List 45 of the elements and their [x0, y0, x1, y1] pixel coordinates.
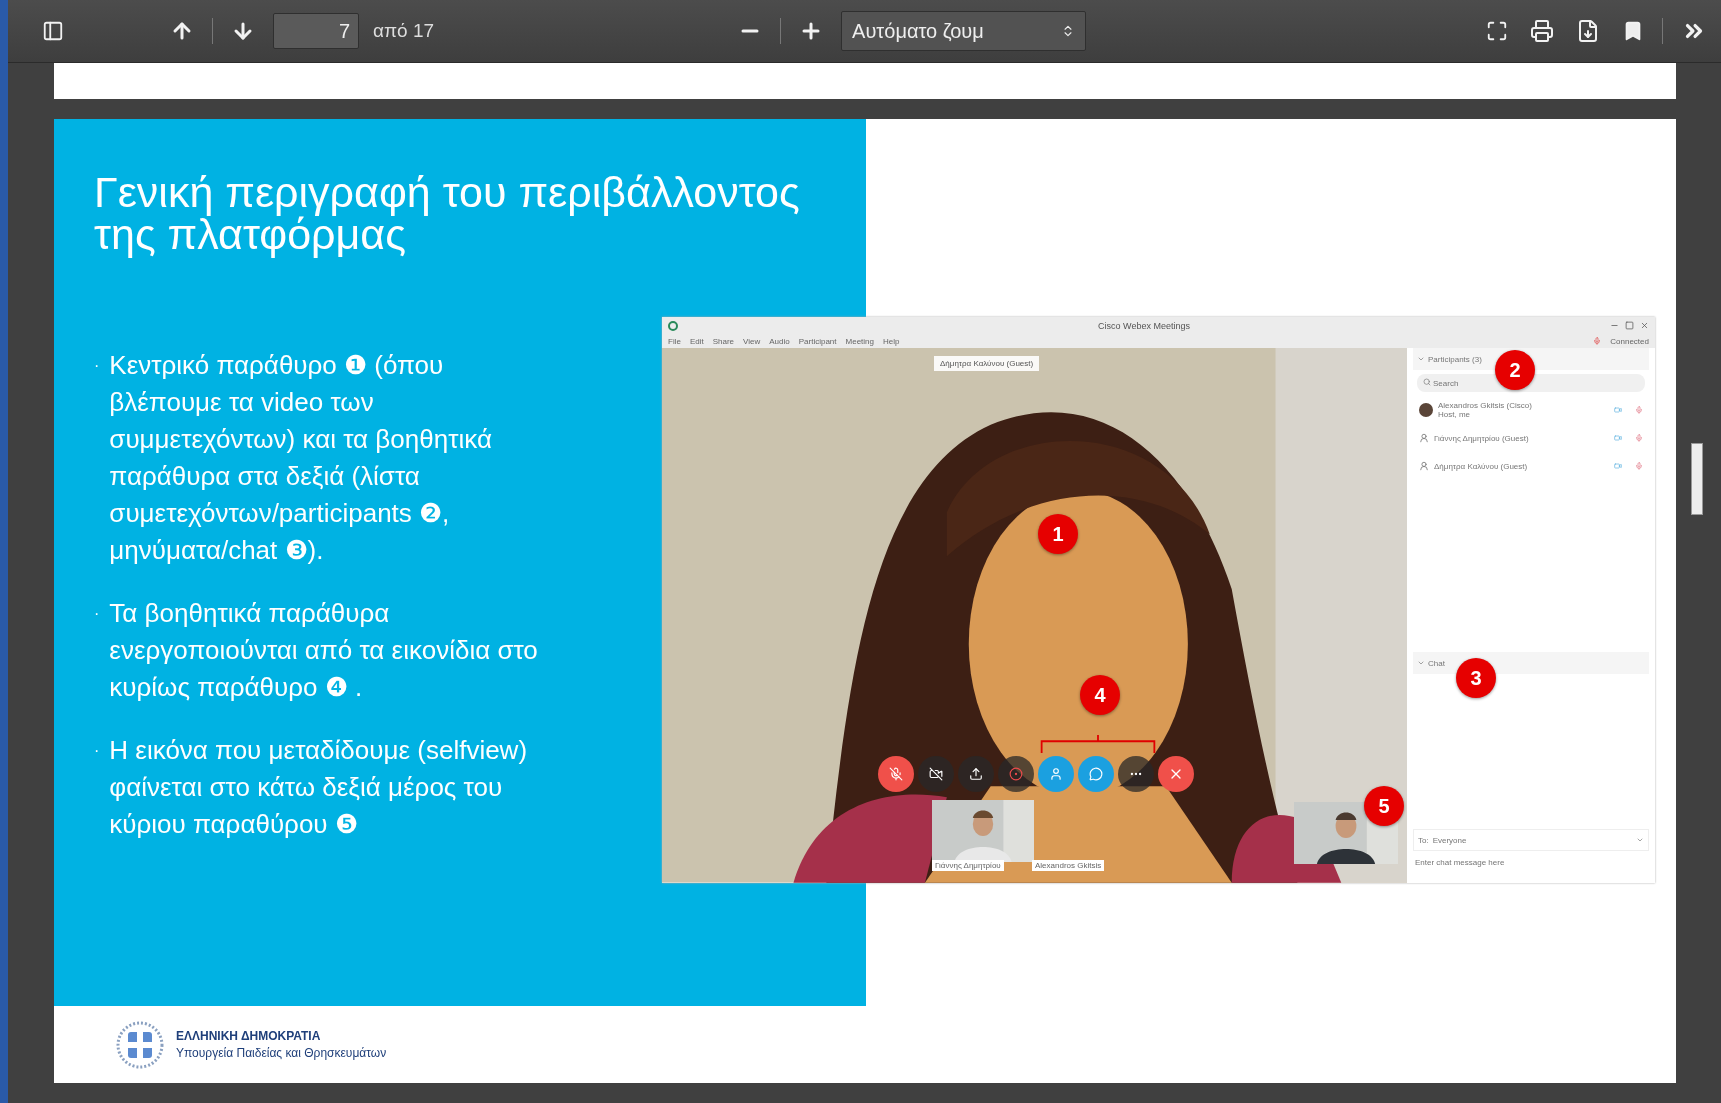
maximize-icon[interactable] [1625, 321, 1634, 331]
window-title: Cisco Webex Meetings [1098, 320, 1190, 331]
country-name: ΕΛΛΗΝΙΚΗ ΔΗΜΟΚΡΑΤΙΑ [176, 1029, 322, 1043]
bullet-text: Η εικόνα που μεταδίδουμε (selfview) φαίνεται στο κάτω δεξιά μέρος του κύριου παραθύρου ❺ [109, 734, 529, 841]
participants-header: Participants (3) [1428, 354, 1482, 364]
menu-item[interactable]: View [743, 336, 761, 346]
menu-item[interactable]: Edit [689, 336, 704, 346]
menu-item[interactable]: Share [712, 336, 735, 346]
bullet-text: Κεντρικό παράθυρο ❶ (όπου βλέπουμε τα video των συμμετεχόντων) και τα βοηθητικά παράθυρα στα δεξιά (λίστα συμετεχόντων/participants ❷, μηνύματα/chat ❸). [109, 349, 493, 567]
connection-status: Connected [1610, 336, 1649, 346]
webex-logo-icon [668, 320, 678, 331]
participant-name: Δήμητρα Καλύνου (Guest) [1434, 461, 1529, 471]
participant-name: Γιάννης Δημητρίου (Guest) [1434, 433, 1530, 443]
page-count: από 17 [373, 20, 435, 42]
bullet-marker: · [94, 604, 100, 624]
mic-icon [1635, 406, 1643, 415]
callout-number: 3 [1456, 658, 1496, 698]
scrollbar-handle[interactable] [1690, 443, 1703, 515]
bullet-marker: · [94, 356, 100, 376]
bullet-text: Τα βοηθητικά παράθυρα ενεργοποιούνται από τα εικονίδια στο κυρίως παράθυρο ❹ . [109, 597, 539, 704]
menu-item[interactable]: File [668, 336, 681, 346]
menu-item[interactable]: Meeting [845, 336, 874, 346]
video-icon [1614, 462, 1622, 471]
chat-header: Chat [1428, 658, 1445, 668]
participant-role: Host, me [1438, 410, 1471, 420]
caret-icon [1636, 836, 1644, 844]
mic-icon [1635, 462, 1643, 471]
mic-icon [1635, 434, 1643, 443]
guest-icon [1419, 433, 1429, 444]
zoom-select[interactable]: Αυτόματο ζουμ [841, 11, 1087, 51]
close-icon[interactable] [1640, 321, 1649, 331]
video-icon [1614, 406, 1622, 415]
menu-item[interactable]: Audio [769, 336, 790, 346]
guest-icon [1419, 461, 1429, 472]
ministry-name: Υπουργεία Παιδείας και Θρησκευμάτων [176, 1046, 387, 1060]
menu-item[interactable]: Help [883, 336, 900, 346]
avatar-icon [1419, 403, 1433, 418]
video-icon [1614, 434, 1622, 443]
menu-item[interactable]: Participant [798, 336, 837, 346]
participant-name: Alexandros Gkitsis (Cisco) [1438, 401, 1533, 411]
emblem-icon [116, 1020, 164, 1069]
mic-icon [1593, 337, 1602, 346]
recipient-select[interactable]: To: Everyone [1413, 829, 1649, 851]
page-number-field[interactable]: 7 [273, 13, 359, 49]
bullet-marker: · [94, 741, 100, 761]
